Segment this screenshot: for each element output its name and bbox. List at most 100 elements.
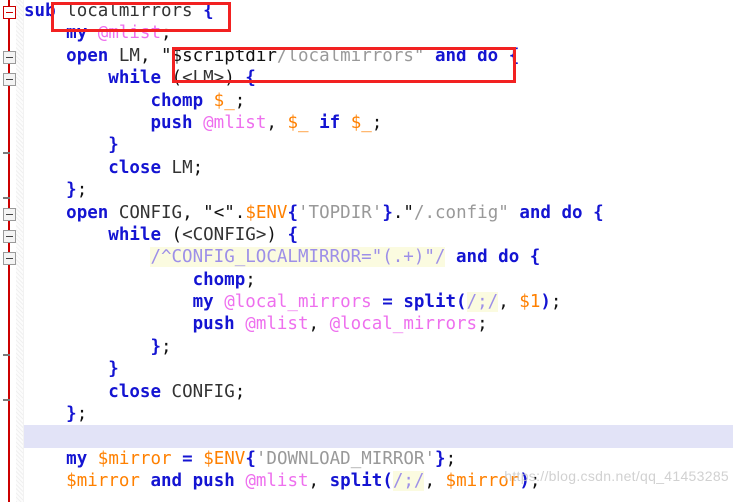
code-line[interactable]: my @local_mirrors = split(/;/, $1);: [24, 291, 733, 313]
code-token: split: [329, 471, 383, 492]
code-token: $mirror: [97, 448, 172, 469]
code-token: /;/: [466, 292, 499, 313]
code-token: ;: [234, 90, 246, 111]
fold-collapse-toggle[interactable]: [3, 50, 16, 64]
code-line[interactable]: chomp $_;: [24, 90, 733, 112]
code-token: $_: [350, 112, 372, 133]
code-token: }: [108, 359, 119, 380]
fold-end-tick: [3, 398, 10, 401]
code-line[interactable]: }: [24, 358, 733, 380]
code-token: {: [287, 224, 298, 245]
code-line[interactable]: close LM;: [24, 157, 733, 179]
fold-collapse-toggle[interactable]: [3, 207, 16, 221]
code-line[interactable]: push @mlist, $_ if $_;: [24, 112, 733, 134]
code-token: localmirrors: [66, 1, 193, 21]
code-token: push: [192, 471, 235, 492]
code-line[interactable]: };: [24, 179, 733, 201]
code-line[interactable]: open CONFIG, "<".$ENV{'TOPDIR'}."/.confi…: [24, 202, 733, 224]
code-token: }: [150, 336, 161, 357]
code-token: /localmirrors": [276, 45, 425, 66]
code-token: $1: [519, 292, 541, 313]
code-line[interactable]: my @mlist;: [24, 22, 733, 44]
fold-collapse-toggle[interactable]: [3, 6, 16, 19]
code-line[interactable]: while (<CONFIG>) {: [24, 224, 733, 246]
code-token: $_: [287, 112, 309, 133]
code-token: .": [392, 202, 414, 223]
fold-collapse-toggle[interactable]: [3, 230, 16, 243]
code-line[interactable]: sub localmirrors {: [24, 0, 733, 22]
code-line[interactable]: };: [24, 336, 733, 358]
code-token: while: [108, 224, 161, 245]
fold-end-tick: [3, 354, 10, 356]
code-line[interactable]: while (<LM>) {: [24, 67, 733, 89]
fold-collapse-toggle[interactable]: [3, 73, 16, 87]
code-token: my: [66, 448, 88, 469]
code-token: CONFIG: [118, 202, 183, 223]
code-token: {: [529, 247, 541, 268]
code-line[interactable]: my $mirror = $ENV{'DOWNLOAD_MIRROR'};: [24, 448, 733, 470]
code-token: ;: [550, 292, 562, 313]
code-line[interactable]: push @mlist, @local_mirrors;: [24, 313, 733, 335]
code-token: {: [245, 448, 256, 469]
code-token: do: [561, 202, 583, 223]
code-token: ;: [245, 269, 256, 290]
code-line[interactable]: }: [24, 134, 733, 156]
code-token: =: [382, 292, 393, 313]
code-token: @mlist: [245, 471, 309, 492]
code-token: chomp: [192, 269, 246, 290]
code-token: push: [192, 314, 235, 335]
fold-collapse-toggle[interactable]: [3, 252, 16, 266]
code-line[interactable]: chomp;: [24, 269, 733, 291]
gutter-stripe: [16, 0, 23, 502]
code-token: push: [150, 112, 193, 133]
code-folding-gutter[interactable]: [0, 0, 24, 502]
code-token: <CONFIG>: [182, 224, 267, 245]
code-token: {: [508, 45, 520, 66]
fold-end-tick: [3, 197, 10, 200]
code-text-area[interactable]: sub localmirrors { my @mlist; open LM, "…: [24, 0, 733, 502]
code-token: {: [287, 202, 299, 223]
code-line[interactable]: /^CONFIG_LOCALMIRROR="(.+)"/ and do {: [24, 246, 733, 268]
code-token: =: [182, 448, 193, 469]
code-token: /;/: [392, 471, 425, 492]
code-line[interactable]: };: [24, 403, 733, 425]
code-token: @mlist: [245, 314, 309, 335]
code-token: @local_mirrors: [329, 314, 478, 335]
code-token: sub: [24, 1, 56, 21]
code-editor[interactable]: sub localmirrors { my @mlist; open LM, "…: [0, 0, 733, 502]
code-token: ,: [424, 471, 446, 492]
code-token: ,: [498, 292, 520, 313]
code-line[interactable]: [24, 425, 733, 448]
code-line[interactable]: close CONFIG;: [24, 381, 733, 403]
code-token: $_: [213, 90, 235, 111]
code-line[interactable]: open LM, "$scriptdir/localmirrors" and d…: [24, 45, 733, 67]
code-token: do: [498, 247, 520, 268]
code-token: $ENV: [245, 202, 288, 223]
